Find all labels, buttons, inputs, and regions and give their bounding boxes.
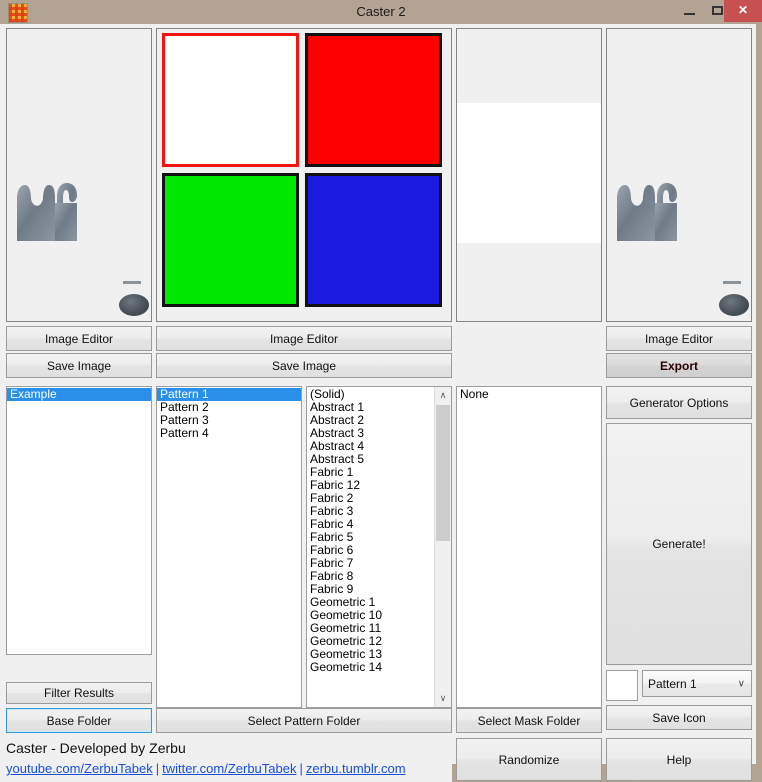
pattern-select-value: Pattern 1: [648, 676, 697, 691]
filter-results-button[interactable]: Filter Results: [6, 682, 152, 704]
texture-preview-left[interactable]: [6, 28, 152, 322]
close-button[interactable]: ✕: [724, 0, 762, 22]
link-separator: |: [299, 761, 303, 776]
select-pattern-folder-button[interactable]: Select Pattern Folder: [156, 708, 452, 733]
list-item[interactable]: Geometric 14: [307, 661, 451, 674]
randomize-button[interactable]: Randomize: [456, 738, 602, 781]
title-bar[interactable]: Caster 2 ✕: [0, 0, 762, 24]
tumblr-link[interactable]: zerbu.tumblr.com: [306, 761, 406, 776]
pattern-list-items: Pattern 1 Pattern 2 Pattern 3 Pattern 4: [157, 387, 301, 440]
swatch-blue[interactable]: [305, 173, 442, 307]
generate-button[interactable]: Generate!: [606, 423, 752, 665]
pattern-library-list[interactable]: (Solid) Abstract 1 Abstract 2 Abstract 3…: [306, 386, 452, 708]
window-title: Caster 2: [356, 4, 406, 19]
client-area: Image Editor Save Image Image Editor Sav…: [0, 24, 756, 782]
maximize-icon: [712, 6, 723, 15]
mask-list-items: None: [457, 387, 601, 401]
accessory-silhouette-icon: [123, 281, 141, 284]
results-list[interactable]: Example: [6, 386, 152, 655]
list-item[interactable]: Example: [7, 388, 151, 401]
youtube-link[interactable]: youtube.com/ZerbuTabek: [6, 761, 153, 776]
color-swatch-panel: [156, 28, 452, 322]
results-list-items: Example: [7, 387, 151, 401]
list-item[interactable]: Pattern 4: [157, 427, 301, 440]
export-button[interactable]: Export: [606, 353, 752, 378]
app-window: Caster 2 ✕ Image Editor Save Image Image…: [0, 0, 762, 782]
scroll-down-icon[interactable]: ∨: [435, 690, 451, 707]
pattern-list[interactable]: Pattern 1 Pattern 2 Pattern 3 Pattern 4: [156, 386, 302, 708]
swatch-red[interactable]: [305, 33, 442, 167]
pattern-select[interactable]: Pattern 1 ∨: [642, 670, 752, 697]
save-icon-button[interactable]: Save Icon: [606, 705, 752, 730]
mask-band: [457, 103, 601, 243]
garment-silhouette-icon: [615, 179, 685, 244]
library-scrollbar[interactable]: ∧ ∨: [434, 387, 451, 707]
link-separator: |: [155, 761, 160, 776]
image-editor-right-button[interactable]: Image Editor: [606, 326, 752, 351]
select-mask-folder-button[interactable]: Select Mask Folder: [456, 708, 602, 733]
list-item[interactable]: None: [457, 388, 601, 401]
pattern-color-swatch[interactable]: [606, 670, 638, 701]
twitter-link[interactable]: twitter.com/ZerbuTabek: [162, 761, 296, 776]
garment-silhouette-icon: [15, 179, 85, 244]
chevron-down-icon: ∨: [737, 678, 745, 689]
credits-line: Caster - Developed by Zerbu: [6, 740, 186, 756]
image-editor-center-button[interactable]: Image Editor: [156, 326, 452, 351]
accessory-silhouette-icon: [723, 281, 741, 284]
save-image-left-button[interactable]: Save Image: [6, 353, 152, 378]
minimize-button[interactable]: [678, 0, 702, 22]
scroll-up-icon[interactable]: ∧: [435, 387, 451, 404]
credits-block: Caster - Developed by Zerbu youtube.com/…: [0, 736, 452, 782]
mask-preview[interactable]: [456, 28, 602, 322]
base-folder-button[interactable]: Base Folder: [6, 708, 152, 733]
close-icon: ✕: [737, 3, 749, 17]
swatch-green[interactable]: [162, 173, 299, 307]
scrollbar-thumb[interactable]: [436, 405, 450, 541]
image-editor-left-button[interactable]: Image Editor: [6, 326, 152, 351]
swatch-white[interactable]: [162, 33, 299, 167]
save-image-center-button[interactable]: Save Image: [156, 353, 452, 378]
pattern-library-items: (Solid) Abstract 1 Abstract 2 Abstract 3…: [307, 387, 451, 674]
mask-list[interactable]: None: [456, 386, 602, 708]
shoe-silhouette-icon: [119, 294, 149, 316]
minimize-icon: [684, 13, 695, 15]
credits-links: youtube.com/ZerbuTabek | twitter.com/Zerbu…: [6, 761, 406, 776]
texture-preview-right[interactable]: [606, 28, 752, 322]
shoe-silhouette-icon: [719, 294, 749, 316]
help-button[interactable]: Help: [606, 738, 752, 781]
generator-options-button[interactable]: Generator Options: [606, 386, 752, 419]
